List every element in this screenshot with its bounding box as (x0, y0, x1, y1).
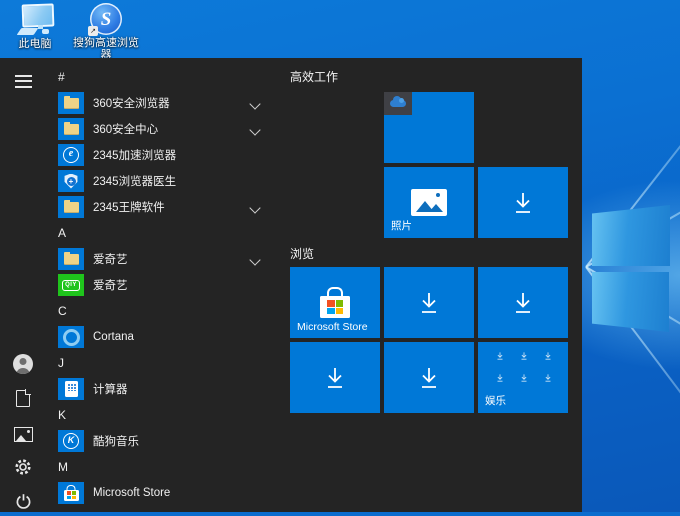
chevron-down-icon[interactable] (249, 124, 260, 135)
expand-menu-button[interactable] (0, 66, 46, 96)
chevron-down-icon[interactable] (249, 254, 260, 265)
settings-button[interactable] (0, 452, 46, 482)
download-arrow-icon (321, 364, 349, 392)
start-menu: # 360安全浏览器 360安全中心 e 2345加速浏览器 + 2345浏览器… (0, 58, 582, 512)
folder-icon (58, 118, 84, 140)
power-icon (15, 493, 32, 510)
folder-icon (58, 196, 84, 218)
tile-group-title[interactable]: 高效工作 (290, 68, 338, 85)
document-icon (16, 390, 30, 407)
app-list-section-header[interactable]: # (48, 64, 273, 90)
hamburger-icon (15, 75, 32, 88)
tile-photos[interactable]: 照片 (384, 167, 474, 238)
this-pc-icon (15, 3, 55, 36)
browser-e-icon: e (58, 144, 84, 166)
app-list-item[interactable]: K 酷狗音乐 (48, 428, 273, 454)
app-list-section-header[interactable]: K (48, 402, 273, 428)
desktop-icon-sogou-browser[interactable]: S ↗ 搜狗高速浏览器 (72, 3, 140, 61)
download-arrow-icon (415, 289, 443, 317)
calculator-icon (58, 378, 84, 400)
tile-folder-entertainment[interactable]: 娱乐 (478, 342, 568, 413)
app-list-item[interactable]: 2345王牌软件 (48, 194, 273, 220)
app-list: # 360安全浏览器 360安全中心 e 2345加速浏览器 + 2345浏览器… (48, 64, 273, 506)
desktop-icon-this-pc[interactable]: 此电脑 (6, 3, 64, 51)
download-arrow-icon (415, 364, 443, 392)
tile-downloading-app[interactable] (478, 167, 568, 238)
pictures-icon (14, 427, 33, 442)
app-list-item[interactable]: 计算器 (48, 376, 273, 402)
onedrive-cloud-icon (390, 100, 406, 107)
app-list-item[interactable]: + 2345浏览器医生 (48, 168, 273, 194)
folder-icon (58, 92, 84, 114)
app-list-section-header[interactable]: J (48, 350, 273, 376)
chevron-down-icon[interactable] (249, 98, 260, 109)
tile-microsoft-store[interactable]: Microsoft Store (290, 267, 380, 338)
store-icon (58, 482, 84, 504)
shortcut-arrow-icon: ↗ (88, 26, 98, 36)
tile-group-title[interactable]: 浏览 (290, 245, 314, 262)
tile-downloading-app[interactable] (384, 267, 474, 338)
chevron-down-icon[interactable] (249, 202, 260, 213)
desktop-icon-label: 此电脑 (19, 39, 52, 51)
app-list-section-header[interactable]: A (48, 220, 273, 246)
app-list-section-header[interactable]: C (48, 298, 273, 324)
tile-downloading-app[interactable] (290, 342, 380, 413)
photos-icon (411, 189, 447, 216)
tile-downloading-app[interactable] (384, 342, 474, 413)
kugou-icon: K (58, 430, 84, 452)
user-account-button[interactable] (0, 349, 46, 379)
app-list-item[interactable]: Cortana (48, 324, 273, 350)
folder-icon (58, 248, 84, 270)
app-list-item[interactable]: QIY 爱奇艺 (48, 272, 273, 298)
store-bag-icon (320, 296, 350, 318)
app-list-section-header[interactable]: M (48, 454, 273, 480)
iqiyi-icon: QIY (58, 274, 84, 296)
tile-onedrive[interactable] (384, 92, 474, 163)
download-arrow-icon (509, 189, 537, 217)
pictures-button[interactable] (0, 419, 46, 449)
shield-plus-icon: + (58, 170, 84, 192)
windows-logo-pane (592, 205, 670, 266)
app-list-item[interactable]: Microsoft Store (48, 480, 273, 506)
sogou-browser-icon: S ↗ (90, 3, 122, 35)
download-arrow-icon (509, 289, 537, 317)
windows-logo-pane (592, 272, 669, 332)
cortana-icon (58, 326, 84, 348)
download-arrow-icons (488, 351, 560, 383)
app-list-item[interactable]: 360安全中心 (48, 116, 273, 142)
app-list-item[interactable]: e 2345加速浏览器 (48, 142, 273, 168)
app-list-item[interactable]: 爱奇艺 (48, 246, 273, 272)
documents-button[interactable] (0, 383, 46, 413)
tile-downloading-app[interactable] (478, 267, 568, 338)
app-list-item[interactable]: 360安全浏览器 (48, 90, 273, 116)
gear-icon (14, 458, 32, 476)
user-avatar-icon (13, 354, 33, 374)
